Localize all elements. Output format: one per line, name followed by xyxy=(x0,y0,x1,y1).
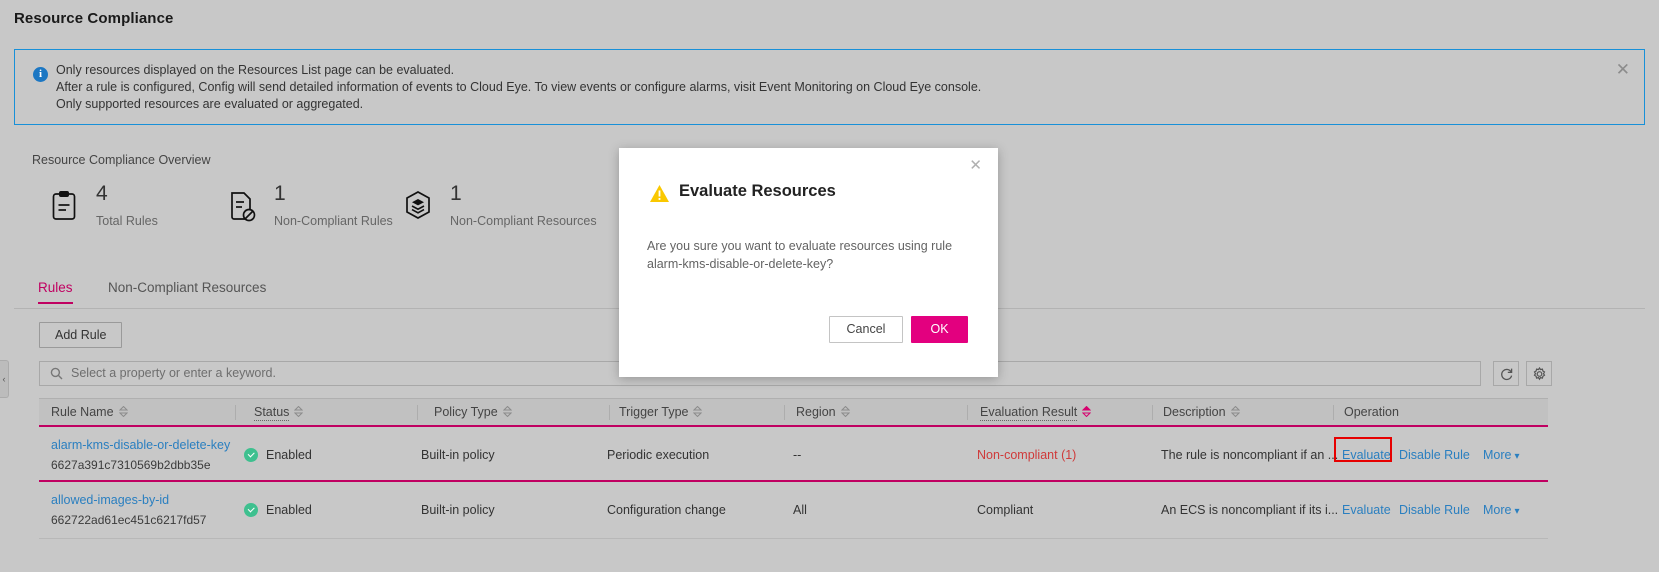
evaluate-highlight-annotation xyxy=(1334,437,1392,462)
disable-rule-link[interactable]: Disable Rule xyxy=(1399,503,1470,517)
settings-gear-icon xyxy=(1533,367,1546,381)
stat-label: Non-Compliant Resources xyxy=(450,214,597,228)
warning-triangle-icon xyxy=(649,184,670,203)
sort-icon xyxy=(502,405,512,420)
table-row[interactable]: alarm-kms-disable-or-delete-key 6627a391… xyxy=(39,425,1548,482)
column-header-operation: Operation xyxy=(1344,405,1399,419)
rule-id: 6627a391c7310569b2dbb35e xyxy=(51,458,211,472)
add-rule-button[interactable]: Add Rule xyxy=(39,322,123,348)
search-placeholder: Select a property or enter a keyword. xyxy=(71,366,276,380)
tab-rules[interactable]: Rules xyxy=(38,280,73,304)
rule-name-link[interactable]: allowed-images-by-id xyxy=(51,493,169,507)
stat-value: 1 xyxy=(274,182,286,205)
description-value: An ECS is noncompliant if its i... xyxy=(1161,503,1339,517)
region-value: -- xyxy=(793,448,802,462)
column-header-evaluation-result[interactable]: Evaluation Result xyxy=(980,405,1092,421)
column-header-policy-type[interactable]: Policy Type xyxy=(434,405,512,420)
evaluate-link[interactable]: Evaluate xyxy=(1342,503,1391,517)
rules-table: Rule Name Status Policy Type Trigger Typ… xyxy=(39,398,1548,539)
close-icon[interactable]: ✕ xyxy=(969,158,982,173)
column-header-trigger-type[interactable]: Trigger Type xyxy=(619,405,703,420)
refresh-button[interactable] xyxy=(1493,361,1519,386)
ok-button[interactable]: OK xyxy=(911,316,968,343)
info-icon: i xyxy=(33,67,48,82)
sort-icon xyxy=(294,405,304,420)
sort-icon xyxy=(840,405,850,420)
sidebar-collapse-handle[interactable]: ‹ xyxy=(0,360,9,398)
status-enabled-icon xyxy=(244,503,258,517)
stat-value: 4 xyxy=(96,182,108,205)
sort-icon xyxy=(693,405,703,420)
stat-label: Non-Compliant Rules xyxy=(274,214,393,228)
info-banner-line-2: After a rule is configured, Config will … xyxy=(56,80,982,94)
table-header-row: Rule Name Status Policy Type Trigger Typ… xyxy=(39,398,1548,425)
evaluation-result-value: Compliant xyxy=(977,503,1034,517)
sort-icon-active xyxy=(1082,405,1092,420)
trigger-type-value: Configuration change xyxy=(607,503,726,517)
disable-rule-link[interactable]: Disable Rule xyxy=(1399,448,1470,462)
status-enabled-icon xyxy=(244,448,258,462)
table-row[interactable]: allowed-images-by-id 662722ad61ec451c621… xyxy=(39,482,1548,539)
tab-non-compliant-resources[interactable]: Non-Compliant Resources xyxy=(108,280,266,303)
layers-hexagon-icon xyxy=(402,189,434,223)
column-header-rule-name[interactable]: Rule Name xyxy=(51,405,128,420)
close-icon[interactable]: ✕ xyxy=(1616,61,1630,78)
column-header-description[interactable]: Description xyxy=(1163,405,1240,420)
evaluation-result-value: Non-compliant (1) xyxy=(977,448,1077,462)
sort-icon xyxy=(118,405,128,420)
settings-button[interactable] xyxy=(1526,361,1552,386)
refresh-icon xyxy=(1501,368,1513,381)
rule-name-link[interactable]: alarm-kms-disable-or-delete-key xyxy=(51,438,230,452)
dialog-footer: Cancel OK xyxy=(619,316,998,356)
info-banner-line-3: Only supported resources are evaluated o… xyxy=(56,97,364,111)
overview-title: Resource Compliance Overview xyxy=(32,153,211,167)
more-menu-link[interactable]: More ▾ xyxy=(1483,503,1520,517)
column-header-status[interactable]: Status xyxy=(254,405,304,421)
policy-type-value: Built-in policy xyxy=(421,503,495,517)
trigger-type-value: Periodic execution xyxy=(607,448,710,462)
stat-label: Total Rules xyxy=(96,214,158,228)
evaluate-resources-dialog: ✕ Evaluate Resources Are you sure you wa… xyxy=(619,148,998,377)
description-value: The rule is noncompliant if an ... xyxy=(1161,448,1339,462)
document-blocked-icon xyxy=(226,189,258,223)
column-header-region[interactable]: Region xyxy=(796,405,850,420)
clipboard-icon xyxy=(48,189,80,223)
page-title: Resource Compliance xyxy=(14,10,174,27)
info-banner-line-1: Only resources displayed on the Resource… xyxy=(56,63,455,77)
chevron-down-icon: ▾ xyxy=(1514,451,1520,462)
chevron-down-icon: ▾ xyxy=(1514,506,1520,517)
status-label: Enabled xyxy=(266,503,312,517)
search-icon xyxy=(50,367,63,380)
dialog-title: Evaluate Resources xyxy=(679,182,836,200)
policy-type-value: Built-in policy xyxy=(421,448,495,462)
status-label: Enabled xyxy=(266,448,312,462)
resource-compliance-page: Resource Compliance i Only resources dis… xyxy=(0,0,1659,572)
region-value: All xyxy=(793,503,807,517)
sort-icon xyxy=(1230,405,1240,420)
info-banner: i Only resources displayed on the Resour… xyxy=(14,49,1645,125)
stat-value: 1 xyxy=(450,182,462,205)
info-banner-text: Only resources displayed on the Resource… xyxy=(56,62,981,113)
cancel-button[interactable]: Cancel xyxy=(829,316,903,343)
dialog-message: Are you sure you want to evaluate resour… xyxy=(647,239,953,271)
more-menu-link[interactable]: More ▾ xyxy=(1483,448,1520,462)
rule-id: 662722ad61ec451c6217fd57 xyxy=(51,513,207,527)
